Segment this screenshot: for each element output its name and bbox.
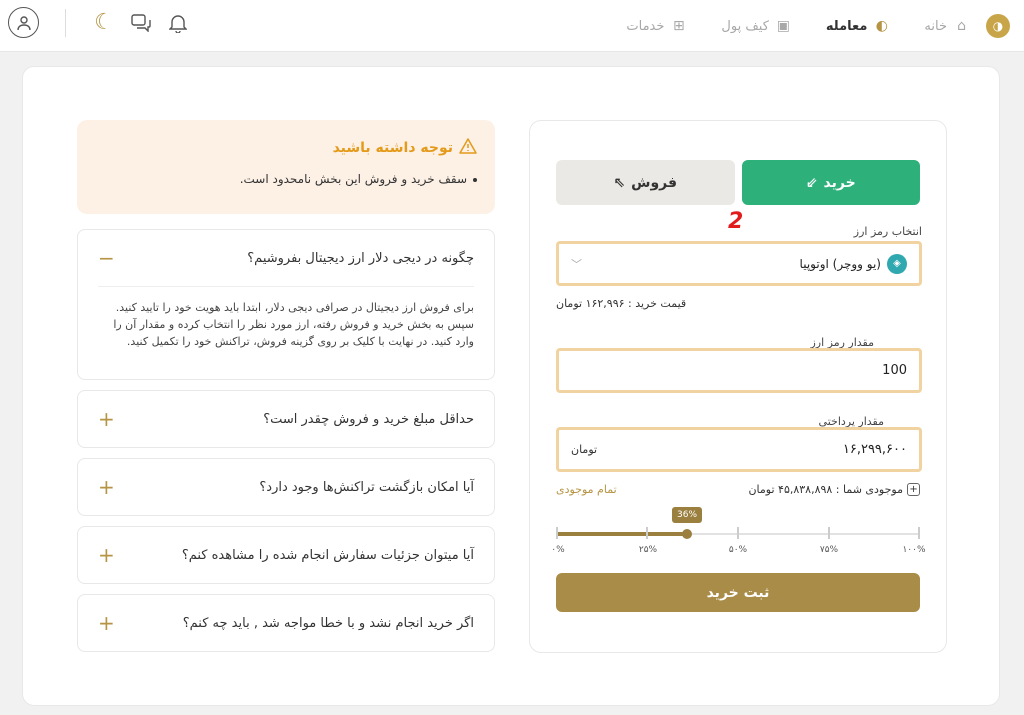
faq-item: حداقل مبلغ خرید و فروش چقدر است؟ + — [77, 390, 495, 448]
faq-question[interactable]: آیا امکان بازگشت تراکنش‌ها وجود دارد؟ + — [78, 459, 494, 515]
trade-tabs: ⇖ فروش ⇙ خرید — [556, 160, 920, 205]
slider-thumb[interactable] — [682, 529, 692, 539]
slider-label-100: ۱۰۰% — [902, 545, 926, 555]
nav-wallet-label: کیف پول — [721, 18, 769, 34]
main-card: ⇖ فروش ⇙ خرید 2 انتخاب رمز ارز ◈ (یو ووچ… — [22, 66, 1000, 706]
trade-form: ⇖ فروش ⇙ خرید 2 انتخاب رمز ارز ◈ (یو ووچ… — [529, 120, 947, 653]
faq-item: آیا میتوان جزئیات سفارش انجام شده را مشا… — [77, 526, 495, 584]
nav-home-label: خانه — [924, 18, 947, 34]
chevron-down-icon: ﹀ — [571, 257, 582, 271]
user-profile-icon[interactable] — [8, 7, 39, 38]
sell-tab[interactable]: ⇖ فروش — [556, 160, 735, 205]
faq-question-text: حداقل مبلغ خرید و فروش چقدر است؟ — [263, 411, 474, 427]
faq-question[interactable]: چگونه در دیجی دلار ارز دیجیتال بفروشیم؟ … — [78, 230, 494, 286]
notification-bell-icon[interactable] — [167, 12, 189, 34]
nav-services[interactable]: ⊞ خدمات — [626, 18, 687, 35]
utopia-coin-icon: ◈ — [887, 253, 907, 274]
collapse-minus-icon[interactable]: − — [98, 246, 115, 270]
submit-buy-button[interactable]: ثبت خرید — [556, 573, 920, 612]
faq-question-text: آیا میتوان جزئیات سفارش انجام شده را مشا… — [181, 547, 474, 563]
slider-fill — [556, 532, 687, 536]
faq-question[interactable]: حداقل مبلغ خرید و فروش چقدر است؟ + — [78, 391, 494, 447]
annotation-marker: 2 — [728, 209, 744, 234]
expand-plus-icon[interactable]: + — [98, 543, 115, 567]
top-bar: ☾ ◑ ⌂ خانه ◐ معامله ▣ کیف پول ⊞ خدمات — [0, 0, 1024, 52]
nav-services-label: خدمات — [626, 18, 665, 34]
faq-answer: برای فروش ارز دیجیتال در صرافی دیجی دلار… — [98, 286, 474, 362]
token-select-label: انتخاب رمز ارز — [853, 225, 922, 238]
brand-logo[interactable]: ◑ — [986, 14, 1010, 38]
amount-value: 100 — [882, 363, 907, 378]
faq-question-text: آیا امکان بازگشت تراکنش‌ها وجود دارد؟ — [259, 479, 474, 495]
nav-wallet[interactable]: ▣ کیف پول — [721, 18, 791, 35]
slider-percent-bubble: 36% — [671, 507, 703, 523]
arrow-up-left-icon: ⇖ — [613, 174, 626, 191]
slider-label-25: ۲۵% — [638, 545, 658, 555]
slider-label-75: ۷۵% — [819, 545, 839, 555]
wallet-icon: ▣ — [776, 18, 791, 34]
balance-text: موجودی شما : ۴۵,۸۳۸,۸۹۸ تومان — [748, 483, 903, 496]
add-balance-icon[interactable]: + — [907, 483, 920, 496]
expand-plus-icon[interactable]: + — [98, 611, 115, 635]
slider-tick-100[interactable] — [918, 527, 920, 539]
slider-tick-25[interactable] — [646, 527, 648, 539]
payment-input[interactable]: ۱۶,۲۹۹,۶۰۰ تومان — [556, 427, 922, 472]
main-nav: ◑ ⌂ خانه ◐ معامله ▣ کیف پول ⊞ خدمات — [592, 0, 1010, 52]
expand-plus-icon[interactable]: + — [98, 407, 115, 431]
faq-question[interactable]: آیا میتوان جزئیات سفارش انجام شده را مشا… — [78, 527, 494, 583]
sell-tab-label: فروش — [631, 174, 678, 191]
chat-icon[interactable] — [130, 12, 152, 34]
faq-question-text: اگر خرید انجام نشد و با خطا مواجه شد , ب… — [182, 615, 474, 631]
slider-tick-75[interactable] — [828, 527, 830, 539]
arrow-down-left-icon: ⇙ — [805, 174, 818, 191]
services-icon: ⊞ — [673, 18, 685, 34]
amount-input[interactable]: 100 — [556, 348, 922, 393]
nav-trade[interactable]: ◐ معامله — [826, 18, 891, 35]
faq-item: اگر خرید انجام نشد و با خطا مواجه شد , ب… — [77, 594, 495, 652]
faq-item: چگونه در دیجی دلار ارز دیجیتال بفروشیم؟ … — [77, 229, 495, 380]
notice-box: توجه داشته باشید سقف خرید و فروش این بخش… — [77, 120, 495, 214]
buy-price: قیمت خرید : ۱۶۲,۹۹۶ تومان — [556, 297, 687, 310]
slider-label-50: ۵۰% — [728, 545, 748, 555]
expand-plus-icon[interactable]: + — [98, 475, 115, 499]
notice-item: سقف خرید و فروش این بخش نامحدود است. — [95, 172, 477, 186]
notice-title: توجه داشته باشید — [332, 140, 453, 156]
nav-home[interactable]: ⌂ خانه — [924, 18, 970, 35]
buy-tab-label: خرید — [823, 174, 856, 191]
buy-tab[interactable]: ⇙ خرید — [741, 160, 920, 205]
payment-value: ۱۶,۲۹۹,۶۰۰ — [842, 442, 907, 457]
token-select[interactable]: ◈ (یو ووچر) اوتوپیا ﹀ — [556, 241, 922, 286]
trade-icon: ◐ — [875, 18, 889, 34]
faq-question-text: چگونه در دیجی دلار ارز دیجیتال بفروشیم؟ — [247, 250, 474, 266]
balance-row: + موجودی شما : ۴۵,۸۳۸,۸۹۸ تومان تمام موج… — [556, 483, 920, 496]
selected-token: (یو ووچر) اوتوپیا — [799, 256, 881, 271]
warning-icon — [459, 138, 477, 158]
dark-mode-moon-icon[interactable]: ☾ — [93, 10, 115, 35]
home-icon: ⌂ — [957, 18, 966, 34]
slider-tick-0[interactable] — [556, 527, 558, 539]
payment-unit: تومان — [571, 443, 598, 456]
faq-item: آیا امکان بازگشت تراکنش‌ها وجود دارد؟ + — [77, 458, 495, 516]
faq-question[interactable]: اگر خرید انجام نشد و با خطا مواجه شد , ب… — [78, 595, 494, 651]
divider — [65, 8, 66, 37]
amount-slider[interactable]: 36% ۰% ۲۵% ۵۰% ۷۵% ۱۰۰% — [551, 507, 926, 563]
nav-trade-label: معامله — [825, 18, 868, 34]
slider-label-0: ۰% — [551, 545, 565, 555]
use-all-balance-link[interactable]: تمام موجودی — [556, 483, 617, 496]
slider-tick-50[interactable] — [737, 527, 739, 539]
